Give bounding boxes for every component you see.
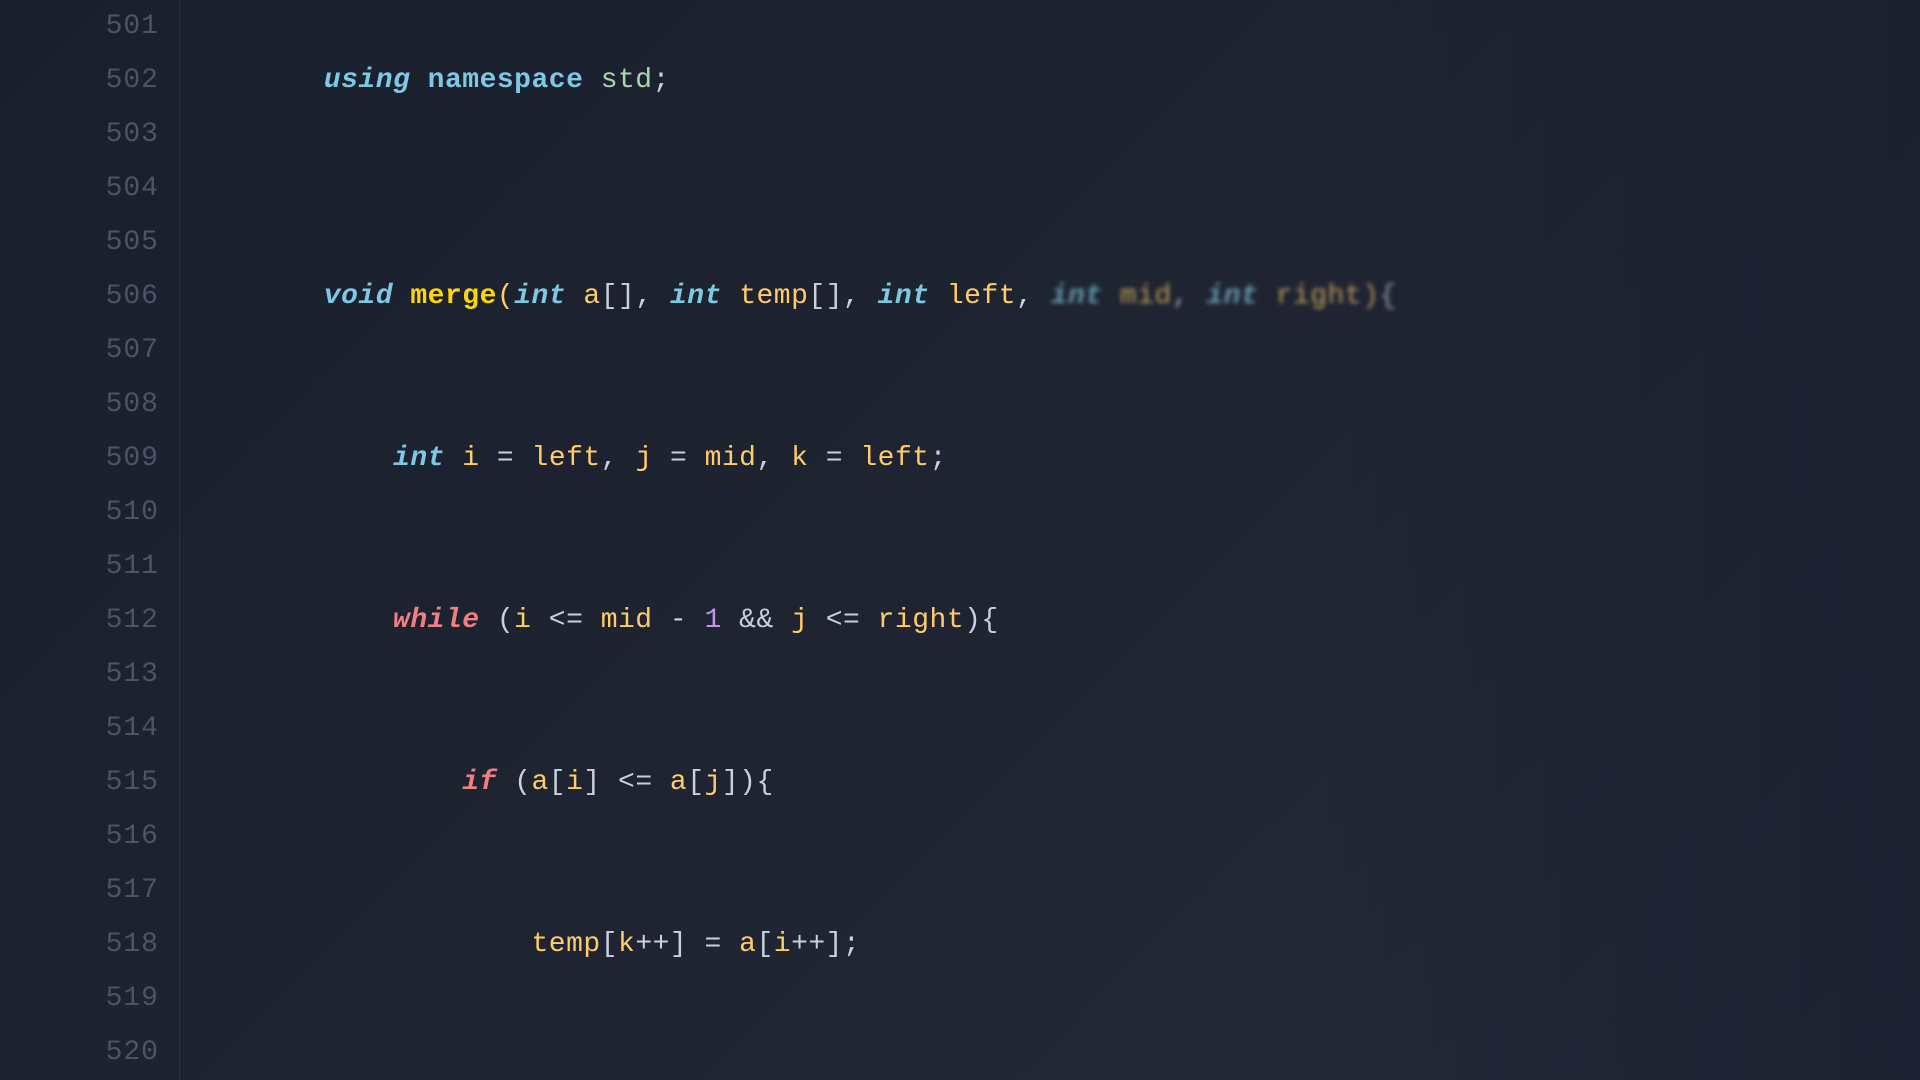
- line-num-520: 520: [20, 1026, 159, 1080]
- line-num-503: 503: [20, 108, 159, 162]
- line-num-515: 515: [20, 756, 159, 810]
- line-num-514: 514: [20, 702, 159, 756]
- line-num-508: 508: [20, 378, 159, 432]
- line-num-502: 502: [20, 54, 159, 108]
- line-numbers: 501 502 503 504 505 506 507 508 509 510 …: [0, 0, 180, 1080]
- line-num-501: 501: [20, 0, 159, 54]
- line-num-510: 510: [20, 486, 159, 540]
- code-line-502: [220, 162, 1920, 216]
- code-line-501: using namespace std;: [220, 0, 1920, 162]
- code-line-504: int i = left, j = mid, k = left;: [220, 378, 1920, 540]
- line-num-504: 504: [20, 162, 159, 216]
- code-line-503: void merge(int a[], int temp[], int left…: [220, 216, 1920, 378]
- line-num-517: 517: [20, 864, 159, 918]
- line-num-516: 516: [20, 810, 159, 864]
- code-line-507: temp[k++] = a[i++];: [220, 864, 1920, 1026]
- line-num-512: 512: [20, 594, 159, 648]
- line-num-519: 519: [20, 972, 159, 1026]
- line-num-511: 511: [20, 540, 159, 594]
- code-line-508: }else{: [220, 1026, 1920, 1080]
- code-content: using namespace std; void merge(int a[],…: [180, 0, 1920, 1080]
- code-line-505: while (i <= mid - 1 && j <= right){: [220, 540, 1920, 702]
- line-num-513: 513: [20, 648, 159, 702]
- line-num-509: 509: [20, 432, 159, 486]
- code-line-506: if (a[i] <= a[j]){: [220, 702, 1920, 864]
- line-num-518: 518: [20, 918, 159, 972]
- line-num-505: 505: [20, 216, 159, 270]
- line-num-506: 506: [20, 270, 159, 324]
- code-editor: 501 502 503 504 505 506 507 508 509 510 …: [0, 0, 1920, 1080]
- line-num-507: 507: [20, 324, 159, 378]
